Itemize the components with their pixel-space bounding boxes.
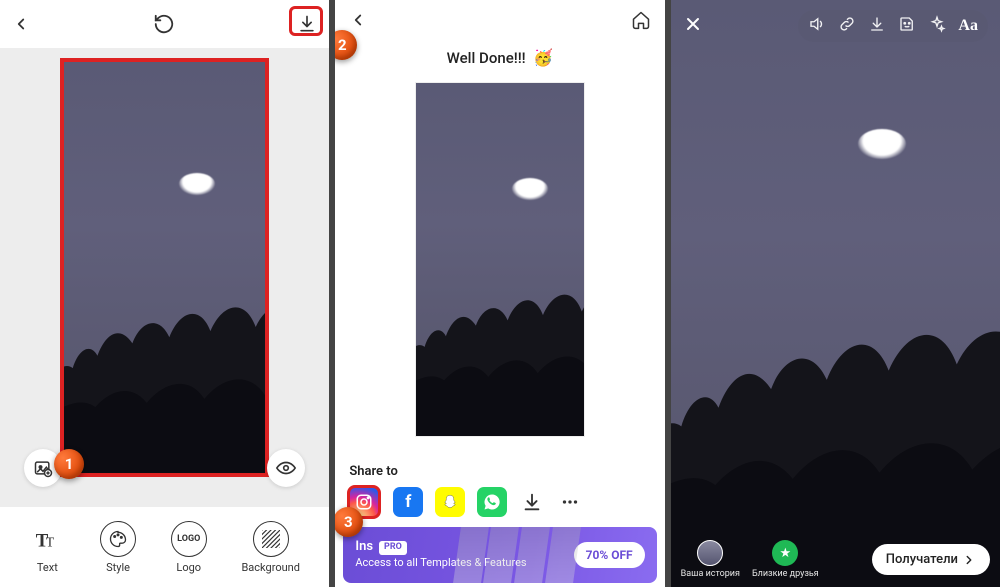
your-story-button[interactable]: Ваша история [681, 540, 740, 579]
palette-icon [100, 521, 136, 557]
instagram-story-panel: Aa Ваша история ★ Близкие друзья Получат… [671, 0, 1000, 587]
recipients-button[interactable]: Получатели [872, 544, 990, 575]
offer-button[interactable]: 70% OFF [574, 542, 645, 568]
star-icon: ★ [772, 540, 798, 566]
save-button[interactable] [868, 15, 886, 37]
share-panel: 2 Well Done!!! 🥳 Share to f [335, 0, 664, 587]
share-title: Well Done!!! 🥳 [335, 48, 664, 67]
download-icon [521, 491, 543, 513]
sticker-button[interactable] [898, 15, 916, 37]
share-more[interactable] [557, 489, 583, 515]
share-preview [415, 82, 584, 437]
avatar-icon [697, 540, 723, 566]
story-topbar: Aa [671, 10, 1000, 42]
share-topbar [335, 0, 664, 44]
svg-text:T: T [46, 534, 55, 549]
instagram-icon [355, 493, 373, 511]
eye-icon [275, 457, 297, 479]
whatsapp-icon [483, 493, 501, 511]
background-icon [253, 521, 289, 557]
sparkle-icon [928, 15, 946, 33]
share-download[interactable] [519, 489, 545, 515]
share-facebook[interactable]: f [393, 487, 423, 517]
foliage-silhouette [60, 253, 269, 477]
editor-canvas[interactable] [60, 58, 269, 477]
tool-text-label: Text [37, 561, 58, 574]
sticker-icon [898, 15, 916, 33]
more-icon [559, 491, 581, 513]
chevron-left-icon [349, 11, 367, 29]
story-background[interactable] [671, 0, 1000, 587]
editor-topbar [0, 0, 329, 48]
story-tools: Aa [798, 10, 988, 42]
download-highlight [289, 6, 323, 36]
link-button[interactable] [838, 15, 856, 37]
close-icon [683, 14, 703, 34]
close-friends-button[interactable]: ★ Близкие друзья [752, 540, 819, 579]
celebrate-emoji: 🥳 [533, 48, 553, 67]
back-button[interactable] [349, 11, 367, 33]
tool-style[interactable]: Style [100, 521, 136, 574]
link-icon [838, 15, 856, 33]
tool-logo-label: Logo [176, 561, 201, 574]
share-to-label: Share to [349, 464, 398, 479]
back-button[interactable] [12, 15, 30, 33]
effects-button[interactable] [928, 15, 946, 37]
chevron-left-icon [12, 15, 30, 33]
speaker-icon [808, 15, 826, 33]
pro-banner[interactable]: Ins PRO Access to all Templates & Featur… [343, 527, 656, 583]
story-bottom-bar: Ваша история ★ Близкие друзья Получатели [671, 540, 1000, 579]
tool-background[interactable]: Background [241, 521, 299, 574]
audio-button[interactable] [808, 15, 826, 37]
home-icon [631, 10, 651, 30]
tool-style-label: Style [106, 561, 130, 574]
share-row: f [347, 485, 583, 519]
facebook-icon: f [405, 492, 411, 512]
text-button[interactable]: Aa [958, 17, 978, 35]
home-button[interactable] [631, 10, 651, 34]
text-icon: TT [29, 521, 65, 557]
chevron-right-icon [962, 553, 976, 567]
tool-logo[interactable]: LOGO Logo [171, 521, 207, 574]
logo-icon: LOGO [171, 521, 207, 557]
step-marker-1: 1 [54, 449, 84, 479]
download-icon [868, 15, 886, 33]
pro-badge: PRO [379, 541, 407, 555]
editor-panel: TT Text Style LOGO Logo Background 1 [0, 0, 329, 587]
add-image-icon [33, 458, 53, 478]
undo-button[interactable] [153, 13, 175, 35]
preview-button[interactable] [267, 449, 305, 487]
snapchat-icon [441, 493, 459, 511]
close-button[interactable] [683, 14, 703, 38]
undo-icon [153, 13, 175, 35]
tool-text[interactable]: TT Text [29, 521, 65, 574]
share-snapchat[interactable] [435, 487, 465, 517]
share-whatsapp[interactable] [477, 487, 507, 517]
story-image [64, 62, 265, 473]
editor-toolbar: TT Text Style LOGO Logo Background [0, 507, 329, 587]
tool-background-label: Background [241, 561, 299, 574]
